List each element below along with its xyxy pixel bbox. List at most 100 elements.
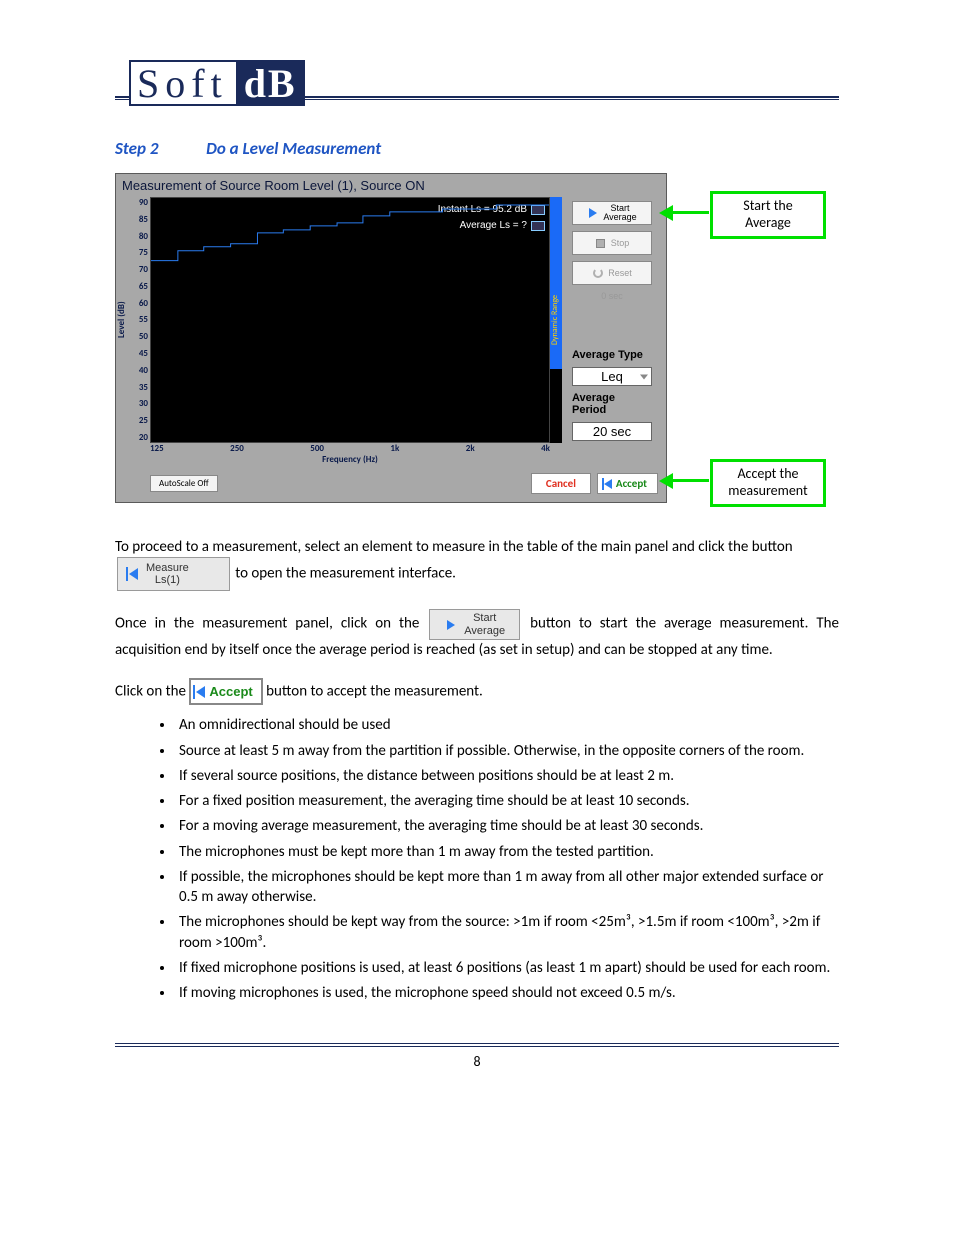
- xtick: 1k: [390, 443, 399, 454]
- screenshot-figure: Measurement of Source Room Level (1), So…: [115, 173, 835, 513]
- ytick: 25: [128, 415, 148, 426]
- list-item: If several source positions, the distanc…: [175, 766, 839, 786]
- accept-button[interactable]: Accept: [597, 473, 658, 494]
- stop-button[interactable]: Stop: [572, 231, 652, 255]
- list-item: The microphones should be kept way from …: [175, 912, 839, 953]
- xtick: 4k: [541, 443, 550, 454]
- y-axis-label: Level (dB): [116, 197, 128, 443]
- reset-label: Reset: [608, 269, 632, 278]
- paragraph-3: Click on the Accept button to accept the…: [115, 678, 839, 706]
- ytick: 20: [128, 432, 148, 443]
- reset-icon: [592, 267, 604, 279]
- ytick: 85: [128, 214, 148, 225]
- ytick: 40: [128, 365, 148, 376]
- measure-button-inline[interactable]: Measure Ls(1): [117, 557, 230, 591]
- p2-text-a: Once in the measurement panel, click on …: [115, 615, 427, 633]
- p3-text-b: button to accept the measurement.: [266, 682, 483, 700]
- dynamic-range-label: Dynamic Range: [550, 295, 560, 345]
- ytick: 30: [128, 398, 148, 409]
- header-rule-left: [115, 96, 129, 100]
- list-item: If fixed microphone positions is used, a…: [175, 958, 839, 978]
- play-icon: [444, 618, 458, 632]
- ytick: 35: [128, 382, 148, 393]
- ytick: 55: [128, 314, 148, 325]
- xtick: 250: [230, 443, 244, 454]
- page-number: 8: [115, 1053, 839, 1070]
- accept-button-inline[interactable]: Accept: [189, 678, 262, 706]
- average-type-label: Average Type: [572, 349, 652, 361]
- screenshot-window: Measurement of Source Room Level (1), So…: [115, 173, 667, 503]
- average-type-value: Leq: [601, 369, 623, 384]
- screenshot-title: Measurement of Source Room Level (1), So…: [116, 174, 666, 197]
- start-average-button[interactable]: Start Average: [572, 201, 652, 225]
- p1-text-a: To proceed to a measurement, select an e…: [115, 538, 793, 556]
- elapsed-time: 0 sec: [572, 291, 652, 301]
- ytick: 75: [128, 247, 148, 258]
- measure-label1: Measure: [146, 562, 189, 574]
- start-label1: Start: [464, 612, 505, 624]
- list-item: Source at least 5 m away from the partit…: [175, 741, 839, 761]
- paragraph-2: Once in the measurement panel, click on …: [115, 609, 839, 659]
- ytick: 50: [128, 331, 148, 342]
- list-item: For a moving average measurement, the av…: [175, 816, 839, 836]
- x-axis-label: Frequency (Hz): [150, 454, 550, 465]
- ytick: 45: [128, 348, 148, 359]
- accept-back-icon: [196, 686, 205, 698]
- paragraph-1: To proceed to a measurement, select an e…: [115, 537, 839, 591]
- average-period-label: Average Period: [572, 392, 652, 416]
- p3-text-a: Click on the: [115, 682, 189, 700]
- cancel-button[interactable]: Cancel: [531, 473, 591, 494]
- start-average-button-inline[interactable]: Start Average: [429, 609, 520, 639]
- measure-label2: Ls(1): [146, 574, 189, 586]
- trace-line: [151, 198, 549, 443]
- ytick: 60: [128, 298, 148, 309]
- callout-start-arrow: [671, 211, 709, 214]
- reset-button[interactable]: Reset: [572, 261, 652, 285]
- chevron-down-icon: [640, 374, 648, 379]
- callout-start: Start the Average: [710, 191, 826, 239]
- stop-icon: [595, 237, 607, 249]
- header-logo-row: Soft dB: [115, 60, 839, 106]
- step-number: Step 2: [115, 138, 158, 159]
- start-label2: Average: [464, 625, 505, 637]
- list-item: An omnidirectional should be used: [175, 715, 839, 735]
- callout-accept-arrow: [671, 479, 709, 482]
- list-item: If possible, the microphones should be k…: [175, 867, 839, 908]
- brand-db: dB: [236, 62, 305, 104]
- autoscale-button[interactable]: AutoScale Off: [150, 475, 218, 492]
- guidelines-list: An omnidirectional should be used Source…: [115, 715, 839, 1003]
- plot-area: Instant Ls = 95.2 dB Average Ls = ?: [150, 197, 550, 443]
- start-average-label2: Average: [603, 213, 636, 222]
- list-item: If moving microphones is used, the micro…: [175, 983, 839, 1003]
- average-type-select[interactable]: Leq: [572, 367, 652, 386]
- step-title: Do a Level Measurement: [206, 138, 381, 159]
- ytick: 65: [128, 281, 148, 292]
- side-panel: Start Average Stop Reset 0 sec Averag: [562, 197, 658, 443]
- average-period-field[interactable]: 20 sec: [572, 422, 652, 441]
- measure-back-icon: [126, 567, 140, 581]
- ytick: 70: [128, 264, 148, 275]
- brand-soft: Soft: [131, 62, 236, 104]
- p1-text-b: to open the measurement interface.: [235, 565, 456, 583]
- xtick: 125: [150, 443, 164, 454]
- stop-label: Stop: [611, 239, 630, 248]
- accept-back-icon: [604, 479, 612, 489]
- brand-logo: Soft dB: [129, 60, 305, 106]
- list-item: The microphones must be kept more than 1…: [175, 842, 839, 862]
- ytick: 80: [128, 231, 148, 242]
- x-axis-ticks: 125 250 500 1k 2k 4k: [150, 443, 550, 454]
- average-period-value: 20 sec: [593, 424, 631, 439]
- dynamic-range-bar: Dynamic Range: [550, 197, 562, 443]
- play-icon: [587, 207, 599, 219]
- xtick: 500: [310, 443, 324, 454]
- accept-label: Accept: [616, 477, 647, 490]
- step-heading: Step 2 Do a Level Measurement: [115, 138, 839, 159]
- y-axis-ticks: 90 85 80 75 70 65 60 55 50 45 40 35 30 2…: [128, 197, 150, 443]
- footer-rule: [115, 1043, 839, 1047]
- accept-inline-label: Accept: [209, 683, 252, 701]
- list-item: For a fixed position measurement, the av…: [175, 791, 839, 811]
- callout-accept: Accept the measurement: [710, 459, 826, 507]
- ytick: 90: [128, 197, 148, 208]
- xtick: 2k: [466, 443, 475, 454]
- header-rule-right: [305, 96, 839, 100]
